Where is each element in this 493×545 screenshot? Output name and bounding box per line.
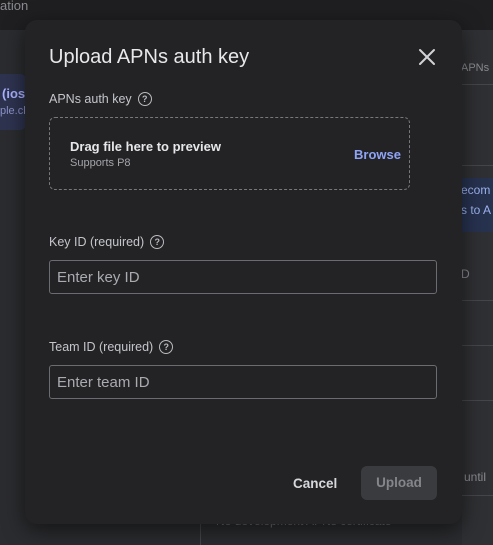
divider bbox=[462, 165, 493, 166]
background-app-card bbox=[0, 74, 26, 130]
close-button[interactable] bbox=[414, 44, 440, 70]
auth-key-label-row: APNs auth key ? bbox=[49, 92, 152, 106]
background-right-pane bbox=[462, 30, 493, 545]
upload-button[interactable]: Upload bbox=[361, 466, 437, 500]
dropzone-subtitle: Supports P8 bbox=[70, 157, 131, 169]
key-id-label: Key ID (required) bbox=[49, 235, 145, 249]
divider bbox=[200, 522, 201, 545]
background-right-header: APNs bbox=[461, 62, 490, 74]
file-dropzone[interactable]: Drag file here to preview Supports P8 Br… bbox=[49, 117, 410, 190]
close-icon bbox=[419, 49, 435, 65]
team-id-label-row: Team ID (required) ? bbox=[49, 340, 174, 354]
upload-apns-dialog: Upload APNs auth key APNs auth key ? Dra… bbox=[25, 20, 462, 524]
dropzone-title: Drag file here to preview bbox=[70, 139, 221, 154]
divider bbox=[462, 84, 493, 85]
team-id-input[interactable] bbox=[49, 365, 437, 399]
divider bbox=[462, 345, 493, 346]
divider bbox=[462, 400, 493, 401]
team-id-label: Team ID (required) bbox=[49, 340, 154, 354]
background-banner-text-1: ecom bbox=[461, 183, 491, 197]
cancel-button[interactable]: Cancel bbox=[293, 476, 337, 491]
background-app-title: (ios bbox=[2, 86, 26, 101]
key-id-label-row: Key ID (required) ? bbox=[49, 235, 165, 249]
dialog-title: Upload APNs auth key bbox=[49, 46, 250, 68]
help-icon[interactable]: ? bbox=[150, 235, 165, 249]
help-icon[interactable]: ? bbox=[159, 340, 174, 354]
auth-key-label: APNs auth key bbox=[49, 92, 132, 106]
background-banner-text-2: s to A bbox=[461, 203, 492, 217]
divider bbox=[462, 495, 493, 496]
browse-button[interactable]: Browse bbox=[354, 147, 401, 162]
background-top-text: ation bbox=[0, 0, 29, 13]
key-id-input[interactable] bbox=[49, 260, 437, 294]
help-icon[interactable]: ? bbox=[137, 92, 152, 106]
background-right-item: D bbox=[461, 267, 470, 281]
background-right-until: until bbox=[464, 470, 487, 484]
divider bbox=[462, 300, 493, 301]
